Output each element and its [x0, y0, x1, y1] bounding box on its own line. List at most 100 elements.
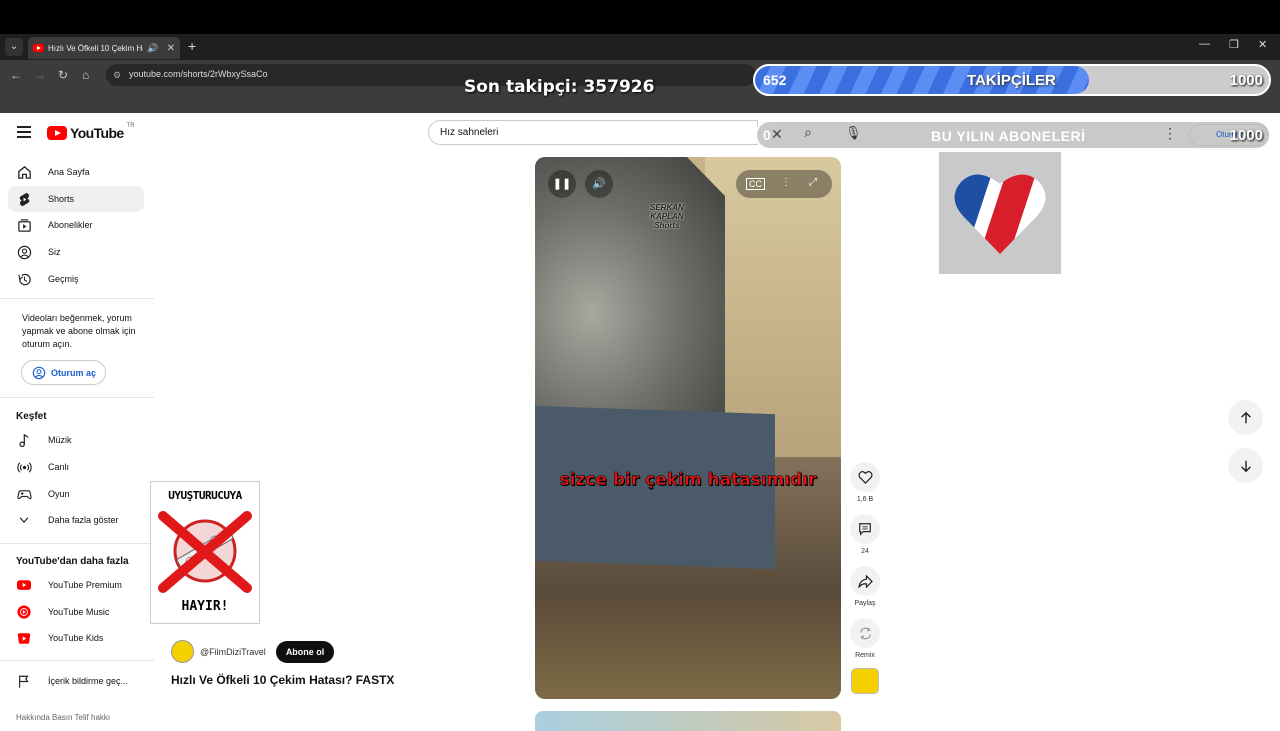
sidebar-item-live[interactable]: Canlı — [8, 454, 144, 480]
search-button-icon[interactable]: ⌕ — [793, 124, 823, 146]
sidebar-item-home[interactable]: Ana Sayfa — [8, 159, 144, 185]
like-icon[interactable] — [850, 462, 880, 492]
share-label: Paylaş — [854, 600, 876, 607]
share-icon[interactable] — [850, 566, 880, 596]
sidebar-signin-button[interactable]: Oturum aç — [21, 360, 106, 385]
arrow-up-icon — [1240, 411, 1251, 423]
sidebar-divider — [0, 543, 154, 544]
url-text: youtube.com/shorts/2rWbxySsaCo — [129, 69, 268, 79]
sidebar-item-label: Daha fazla göster — [48, 515, 119, 525]
tab-close-icon[interactable]: ✕ — [167, 43, 175, 54]
sidebar-item-label: Oyun — [48, 489, 70, 499]
sidebar-item-label: YouTube Premium — [48, 580, 122, 590]
previous-short-button[interactable] — [1228, 400, 1263, 435]
account-icon — [32, 366, 46, 379]
home-icon — [16, 164, 32, 180]
sidebar-item-gaming[interactable]: Oyun — [8, 481, 144, 507]
followers-progress-bar: 652 TAKİPÇİLER ◌ ☆ ≡ Gizli mod 1000 — [753, 64, 1271, 96]
back-icon[interactable]: ← — [10, 68, 22, 82]
short-title[interactable]: Hızlı Ve Öfkeli 10 Çekim Hatası? FASTX — [171, 673, 394, 687]
music-icon — [16, 432, 32, 448]
sidebar-item-shorts[interactable]: Shorts — [8, 186, 144, 212]
sidebar-item-label: Ana Sayfa — [48, 167, 90, 177]
heart-logo-overlay — [939, 152, 1061, 274]
channel-row: @FilmDiziTravel Abone ol — [171, 640, 335, 663]
audio-source-thumbnail[interactable] — [849, 668, 881, 694]
sidebar-item-youtube-premium[interactable]: YouTube Premium — [8, 572, 144, 598]
like-action[interactable]: 1,6 B — [849, 462, 881, 503]
sidebar-item-label: İçerik bildirme geç... — [48, 676, 129, 686]
settings-more-icon[interactable]: ⋮ — [1163, 125, 1177, 142]
fullscreen-icon[interactable]: ⤢ — [809, 177, 817, 188]
remix-icon[interactable] — [850, 618, 880, 648]
sidebar-item-report[interactable]: İçerik bildirme geç... — [8, 668, 144, 694]
sidebar-divider — [0, 298, 154, 299]
sticker-top-text: UYUŞTURUCUYA — [168, 489, 242, 502]
menu-icon[interactable] — [17, 126, 31, 138]
new-tab-button[interactable]: + — [188, 38, 196, 54]
comment-icon[interactable] — [850, 514, 880, 544]
comment-action[interactable]: 24 — [849, 514, 881, 555]
incognito-label: Gizli mod — [1183, 71, 1217, 80]
subscribers-label: BU YILIN ABONELERİ — [931, 128, 1086, 144]
bookmark-star-icon[interactable]: ☆ — [1121, 70, 1130, 81]
sidebar-item-music[interactable]: Müzik — [8, 427, 144, 453]
channel-name[interactable]: @FilmDiziTravel — [200, 647, 266, 657]
sidebar-item-history[interactable]: Geçmiş — [8, 266, 144, 292]
subscribe-button[interactable]: Abone ol — [275, 640, 335, 663]
subscriptions-icon — [16, 217, 32, 233]
audio-playing-icon[interactable]: 🔊 — [147, 43, 158, 54]
address-bar[interactable]: ⚙ youtube.com/shorts/2rWbxySsaCo — [106, 64, 756, 86]
comment-count: 24 — [861, 548, 869, 555]
eye-off-icon[interactable]: ◌ — [1099, 70, 1105, 81]
minimize-icon[interactable]: — — [1199, 38, 1210, 50]
browser-tab[interactable]: Hızlı Ve Öfkeli 10 Çekim Hatası? FASTX 🔊… — [28, 37, 180, 59]
next-short-preview[interactable] — [535, 711, 841, 731]
captions-icon[interactable]: CC — [746, 178, 765, 190]
sidebar-item-show-more[interactable]: Daha fazla göster — [8, 507, 144, 533]
followers-current: 652 — [763, 72, 787, 88]
microphone-icon[interactable]: 🎙 — [845, 125, 862, 141]
maximize-icon[interactable]: ❐ — [1229, 38, 1239, 51]
signin-prompt: Videoları beğenmek, yorum yapmak ve abon… — [22, 313, 136, 349]
sidebar-item-subscriptions[interactable]: Abonelikler — [8, 212, 144, 238]
share-action[interactable]: Paylaş — [849, 566, 881, 607]
reload-icon[interactable]: ↻ — [58, 68, 68, 82]
youtube-play-icon — [47, 126, 67, 140]
channel-audio-thumb[interactable] — [851, 668, 879, 694]
short-video-player[interactable]: SERKAN KAPLAN Shorts sizce bir çekim hat… — [535, 157, 841, 699]
gaming-icon — [16, 486, 32, 502]
region-code: TR — [126, 123, 135, 129]
sidebar-item-youtube-music[interactable]: YouTube Music — [8, 599, 144, 625]
reading-list-icon[interactable]: ≡ — [1153, 70, 1159, 81]
arrow-down-icon — [1240, 460, 1251, 472]
tab-search-icon[interactable]: ⌄ — [5, 38, 23, 56]
sidebar-item-label: YouTube Kids — [48, 633, 104, 643]
site-info-icon[interactable]: ⚙ — [113, 70, 121, 81]
next-short-button[interactable] — [1228, 448, 1263, 483]
sidebar-item-label: Shorts — [48, 194, 75, 204]
forward-icon[interactable]: → — [34, 68, 46, 82]
more-options-icon[interactable]: ⋮ — [781, 177, 791, 188]
home-button-icon[interactable]: ⌂ — [82, 68, 89, 82]
sidebar-item-label: Müzik — [48, 435, 72, 445]
like-count: 1,6 B — [856, 496, 874, 503]
search-input[interactable]: Hız sahneleri — [428, 120, 758, 145]
sidebar-item-label: Siz — [48, 247, 61, 257]
window-close-icon[interactable]: ✕ — [1258, 38, 1267, 51]
anti-drug-sticker: UYUŞTURUCUYA HAYIR! — [150, 481, 260, 624]
youtube-kids-icon — [16, 630, 32, 646]
volume-icon[interactable]: 🔊 — [585, 170, 613, 198]
remix-action[interactable]: Remix — [849, 618, 881, 659]
sidebar-item-youtube-kids[interactable]: YouTube Kids — [8, 625, 144, 651]
sidebar-divider — [0, 397, 154, 398]
shorts-icon — [16, 191, 32, 207]
youtube-favicon-icon — [33, 44, 44, 52]
channel-avatar[interactable] — [171, 640, 194, 663]
search-query: Hız sahneleri — [440, 127, 499, 138]
youtube-logo[interactable]: YouTube TR — [47, 123, 135, 141]
sidebar-item-you[interactable]: Siz — [8, 239, 144, 265]
sticker-bottom-text: HAYIR! — [181, 599, 229, 614]
pause-icon[interactable]: ❚❚ — [548, 170, 576, 198]
clear-search-icon[interactable]: ✕ — [771, 126, 783, 143]
